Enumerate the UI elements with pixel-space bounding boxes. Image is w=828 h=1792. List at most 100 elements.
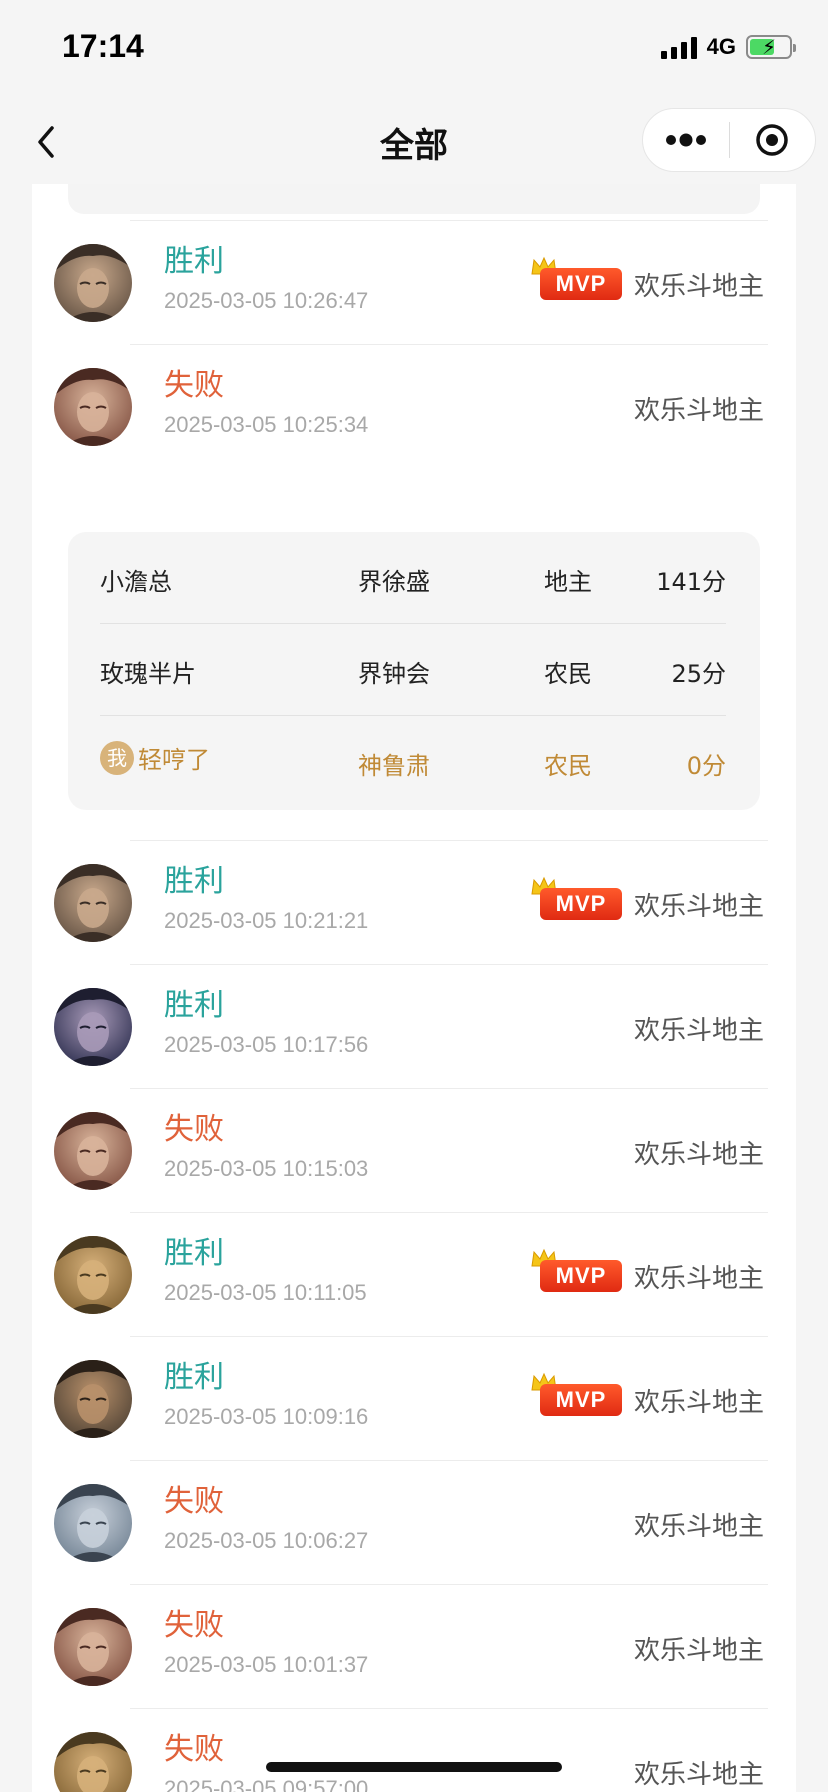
record-list: 胜利 2025-03-05 10:26:47 MVP 欢乐斗地主 失败 2025-03-0…	[32, 184, 796, 1792]
player-character: 神鲁肃	[358, 752, 430, 780]
battery-icon: ⚡	[746, 35, 796, 59]
result-label: 失败	[164, 1112, 224, 1147]
close-miniprogram-button[interactable]	[730, 109, 816, 171]
player-character: 界钟会	[358, 660, 430, 688]
record-row[interactable]: 失败 2025-03-05 10:25:34 欢乐斗地主	[32, 344, 796, 468]
match-time: 2025-03-05 10:01:37	[164, 1652, 369, 1677]
match-time: 2025-03-05 10:06:27	[164, 1528, 369, 1553]
row-divider	[130, 840, 768, 841]
result-label: 胜利	[164, 1360, 224, 1395]
detail-row: 小澹总 界徐盛 地主 141分	[100, 532, 726, 624]
mvp-label: MVP	[540, 1384, 622, 1416]
mvp-label: MVP	[540, 888, 622, 920]
row-divider	[130, 220, 768, 221]
result-label: 失败	[164, 368, 224, 403]
result-label: 失败	[164, 1608, 224, 1643]
player-name: 小澹总	[100, 568, 172, 596]
mvp-label: MVP	[540, 1260, 622, 1292]
result-label: 胜利	[164, 1236, 224, 1271]
me-badge: 我	[100, 740, 134, 775]
mvp-label: MVP	[540, 268, 622, 300]
player-name: 玫瑰半片	[100, 660, 196, 688]
detail-row-me: 我轻哼了 神鲁肃 农民 0分	[100, 716, 726, 808]
row-divider	[130, 1336, 768, 1337]
mini-program-capsule	[642, 108, 816, 172]
player-score: 25分	[671, 660, 726, 688]
row-divider	[130, 1212, 768, 1213]
record-row[interactable]: 胜利 2025-03-05 10:17:56 欢乐斗地主	[32, 964, 796, 1088]
row-divider	[130, 344, 768, 345]
status-indicators: 4G ⚡	[660, 34, 796, 60]
player-score: 141分	[656, 568, 726, 596]
result-label: 胜利	[164, 988, 224, 1023]
game-mode: 欢乐斗地主	[633, 1264, 764, 1294]
avatar	[54, 988, 132, 1066]
record-row[interactable]: 失败 2025-03-05 10:01:37 欢乐斗地主	[32, 1584, 796, 1708]
avatar	[54, 1360, 132, 1438]
match-time: 2025-03-05 10:11:05	[164, 1280, 367, 1305]
game-mode: 欢乐斗地主	[633, 1636, 764, 1666]
row-divider	[130, 1460, 768, 1461]
avatar	[54, 1484, 132, 1562]
game-mode: 欢乐斗地主	[633, 892, 764, 922]
signal-icon	[660, 35, 697, 59]
network-type: 4G	[706, 34, 736, 59]
match-time: 2025-03-05 10:09:16	[164, 1404, 369, 1429]
target-icon	[756, 124, 788, 156]
mvp-badge: MVP	[530, 1372, 624, 1420]
result-label: 失败	[164, 1484, 224, 1519]
row-divider	[130, 1708, 768, 1709]
avatar	[54, 1732, 132, 1792]
more-button[interactable]	[643, 109, 729, 171]
charging-icon: ⚡	[762, 35, 777, 59]
avatar	[54, 368, 132, 446]
mvp-badge: MVP	[530, 256, 624, 304]
avatar	[54, 244, 132, 322]
player-role: 农民	[544, 752, 592, 780]
more-icon	[665, 133, 706, 147]
match-time: 2025-03-05 10:25:34	[164, 412, 369, 437]
player-role: 地主	[544, 568, 592, 596]
match-time: 2025-03-05 10:15:03	[164, 1156, 369, 1181]
player-score: 0分	[686, 752, 726, 780]
result-label: 胜利	[164, 244, 224, 279]
player-name-me: 我轻哼了	[100, 740, 210, 775]
mvp-badge: MVP	[530, 876, 624, 924]
record-row[interactable]: 胜利 2025-03-05 10:26:47 MVP 欢乐斗地主	[32, 220, 796, 344]
game-mode: 欢乐斗地主	[633, 1140, 764, 1170]
row-divider	[130, 1584, 768, 1585]
match-time: 2025-03-05 10:17:56	[164, 1032, 369, 1057]
record-row[interactable]: 失败 2025-03-05 10:15:03 欢乐斗地主	[32, 1088, 796, 1212]
game-mode: 欢乐斗地主	[633, 272, 764, 302]
player-role: 农民	[544, 660, 592, 688]
game-mode: 欢乐斗地主	[633, 1512, 764, 1542]
game-mode: 欢乐斗地主	[633, 1760, 764, 1790]
record-row[interactable]: 胜利 2025-03-05 10:09:16 MVP 欢乐斗地主	[32, 1336, 796, 1460]
game-mode: 欢乐斗地主	[633, 1388, 764, 1418]
detail-row: 玫瑰半片 界钟会 农民 25分	[100, 624, 726, 716]
result-label: 失败	[164, 1732, 224, 1767]
game-mode: 欢乐斗地主	[633, 396, 764, 426]
home-indicator	[266, 1762, 562, 1772]
nav-bar: 全部	[0, 100, 828, 184]
match-time: 2025-03-05 10:26:47	[164, 288, 369, 313]
row-divider	[130, 1088, 768, 1089]
result-label: 胜利	[164, 864, 224, 899]
game-mode: 欢乐斗地主	[633, 1016, 764, 1046]
status-time: 17:14	[62, 28, 144, 64]
record-row[interactable]: 失败 2025-03-05 09:57:00 欢乐斗地主	[32, 1708, 796, 1792]
row-divider	[130, 964, 768, 965]
avatar	[54, 1236, 132, 1314]
record-row[interactable]: 失败 2025-03-05 10:06:27 欢乐斗地主	[32, 1460, 796, 1584]
mvp-badge: MVP	[530, 1248, 624, 1296]
match-detail-panel: 小澹总 界徐盛 地主 141分 玫瑰半片 界钟会 农民 25分 我轻哼了 神鲁肃…	[68, 532, 760, 810]
avatar	[54, 864, 132, 942]
status-bar: 17:14 4G ⚡	[0, 0, 828, 100]
match-time: 2025-03-05 09:57:00	[164, 1776, 369, 1792]
player-name: 轻哼了	[138, 746, 210, 774]
avatar	[54, 1608, 132, 1686]
record-row[interactable]: 胜利 2025-03-05 10:11:05 MVP 欢乐斗地主	[32, 1212, 796, 1336]
match-time: 2025-03-05 10:21:21	[164, 908, 369, 933]
avatar	[54, 1112, 132, 1190]
record-row[interactable]: 胜利 2025-03-05 10:21:21 MVP 欢乐斗地主	[32, 840, 796, 964]
